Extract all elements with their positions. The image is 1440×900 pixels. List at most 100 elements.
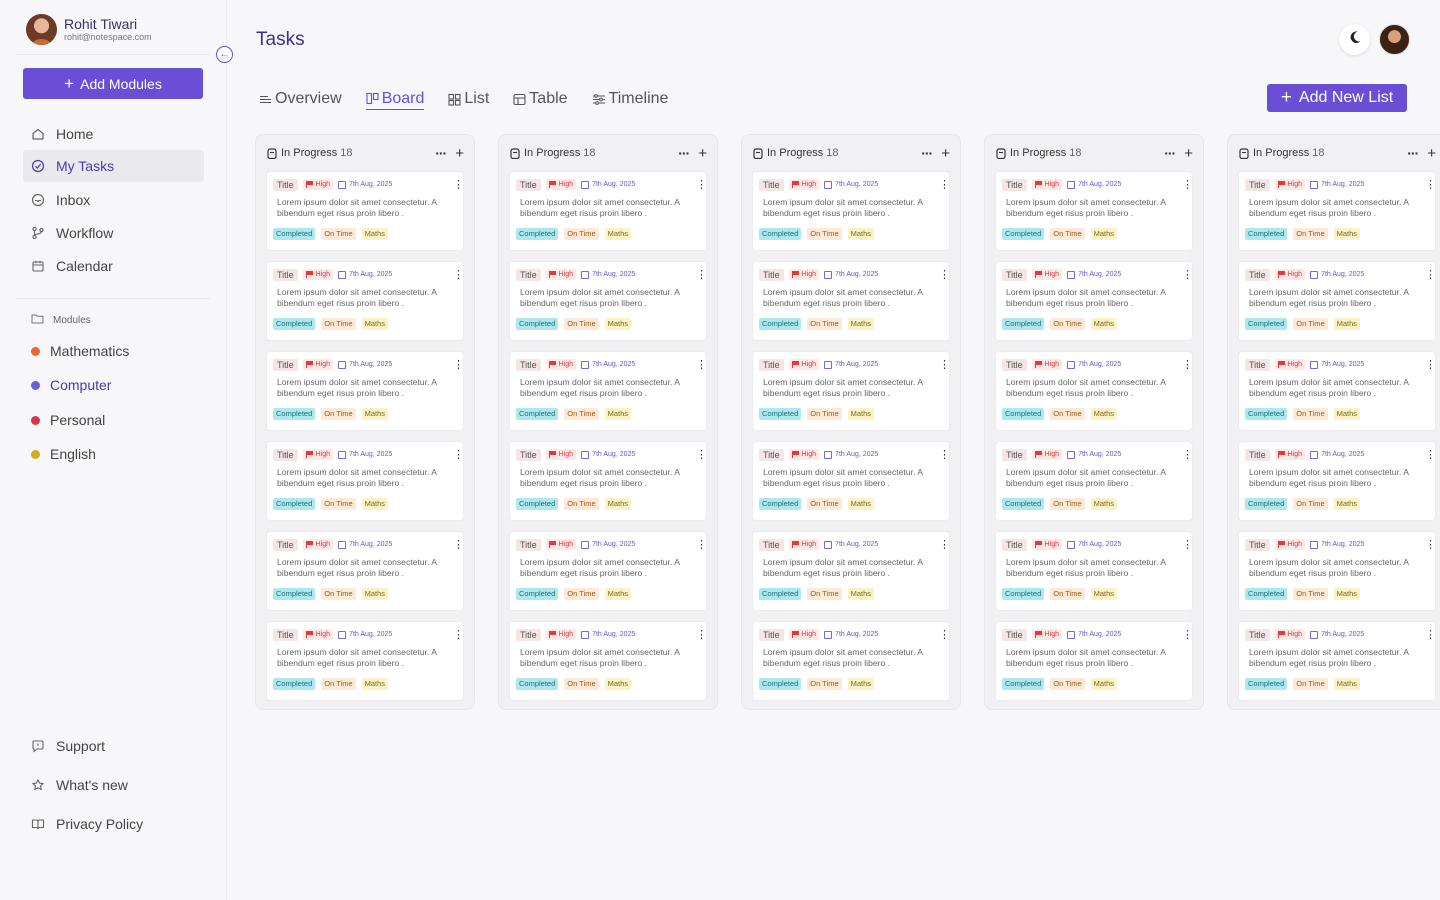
nav-item-home[interactable]: Home	[23, 118, 204, 150]
kebab-menu-icon[interactable]: ⋮	[1182, 359, 1193, 370]
nav-item-privacy-policy[interactable]: Privacy Policy	[23, 808, 204, 840]
more-icon[interactable]: ···	[1407, 146, 1419, 160]
add-new-list-button[interactable]: + Add New List	[1267, 84, 1407, 112]
kebab-menu-icon[interactable]: ⋮	[453, 269, 464, 280]
task-card[interactable]: Title High 7th Aug, 2025 ⋮ Lorem ipsum d…	[995, 531, 1193, 611]
tab-board[interactable]: Board	[365, 88, 425, 110]
theme-toggle-button[interactable]	[1339, 24, 1370, 55]
collapse-sidebar-button[interactable]: ←	[216, 46, 233, 63]
more-icon[interactable]: ···	[678, 146, 690, 160]
avatar[interactable]	[1379, 24, 1410, 55]
module-item-computer[interactable]: Computer	[31, 377, 111, 393]
task-card[interactable]: Title High 7th Aug, 2025 ⋮ Lorem ipsum d…	[266, 621, 464, 701]
task-card[interactable]: Title High 7th Aug, 2025 ⋮ Lorem ipsum d…	[509, 531, 707, 611]
task-card[interactable]: Title High 7th Aug, 2025 ⋮ Lorem ipsum d…	[266, 171, 464, 251]
module-item-personal[interactable]: Personal	[31, 412, 105, 428]
kebab-menu-icon[interactable]: ⋮	[939, 539, 950, 550]
kebab-menu-icon[interactable]: ⋮	[939, 179, 950, 190]
module-item-english[interactable]: English	[31, 446, 96, 462]
task-card[interactable]: Title High 7th Aug, 2025 ⋮ Lorem ipsum d…	[1238, 531, 1436, 611]
task-card[interactable]: Title High 7th Aug, 2025 ⋮ Lorem ipsum d…	[509, 351, 707, 431]
nav-item-support[interactable]: Support	[23, 730, 204, 762]
task-card[interactable]: Title High 7th Aug, 2025 ⋮ Lorem ipsum d…	[995, 621, 1193, 701]
more-icon[interactable]: ···	[435, 146, 447, 160]
kebab-menu-icon[interactable]: ⋮	[1182, 539, 1193, 550]
subject-badge: Maths	[361, 408, 389, 420]
task-card[interactable]: Title High 7th Aug, 2025 ⋮ Lorem ipsum d…	[995, 261, 1193, 341]
kebab-menu-icon[interactable]: ⋮	[1425, 179, 1436, 190]
kebab-menu-icon[interactable]: ⋮	[939, 629, 950, 640]
kebab-menu-icon[interactable]: ⋮	[696, 449, 707, 460]
task-card[interactable]: Title High 7th Aug, 2025 ⋮ Lorem ipsum d…	[1238, 351, 1436, 431]
nav-item-my-tasks[interactable]: My Tasks	[23, 150, 204, 182]
add-card-icon[interactable]: +	[941, 145, 950, 162]
kebab-menu-icon[interactable]: ⋮	[1425, 269, 1436, 280]
kebab-menu-icon[interactable]: ⋮	[696, 269, 707, 280]
add-card-icon[interactable]: +	[1184, 145, 1193, 162]
kebab-menu-icon[interactable]: ⋮	[939, 269, 950, 280]
kebab-menu-icon[interactable]: ⋮	[1182, 269, 1193, 280]
add-modules-button[interactable]: + Add Modules	[23, 68, 203, 99]
flag-icon	[1034, 271, 1042, 278]
kebab-menu-icon[interactable]: ⋮	[453, 179, 464, 190]
kebab-menu-icon[interactable]: ⋮	[1182, 629, 1193, 640]
task-card[interactable]: Title High 7th Aug, 2025 ⋮ Lorem ipsum d…	[752, 531, 950, 611]
add-card-icon[interactable]: +	[455, 145, 464, 162]
task-card[interactable]: Title High 7th Aug, 2025 ⋮ Lorem ipsum d…	[509, 171, 707, 251]
kebab-menu-icon[interactable]: ⋮	[696, 179, 707, 190]
nav-item-workflow[interactable]: Workflow	[23, 217, 204, 249]
nav-item-inbox[interactable]: Inbox	[23, 184, 204, 216]
task-card[interactable]: Title High 7th Aug, 2025 ⋮ Lorem ipsum d…	[995, 441, 1193, 521]
kebab-menu-icon[interactable]: ⋮	[453, 359, 464, 370]
task-card[interactable]: Title High 7th Aug, 2025 ⋮ Lorem ipsum d…	[266, 441, 464, 521]
more-icon[interactable]: ···	[921, 146, 933, 160]
task-card[interactable]: Title High 7th Aug, 2025 ⋮ Lorem ipsum d…	[1238, 261, 1436, 341]
due-date: 7th Aug, 2025	[338, 270, 392, 279]
tab-list[interactable]: List	[448, 88, 489, 110]
task-card[interactable]: Title High 7th Aug, 2025 ⋮ Lorem ipsum d…	[995, 171, 1193, 251]
kebab-menu-icon[interactable]: ⋮	[696, 539, 707, 550]
kebab-menu-icon[interactable]: ⋮	[1425, 539, 1436, 550]
task-card[interactable]: Title High 7th Aug, 2025 ⋮ Lorem ipsum d…	[752, 441, 950, 521]
kebab-menu-icon[interactable]: ⋮	[696, 629, 707, 640]
kebab-menu-icon[interactable]: ⋮	[696, 359, 707, 370]
kebab-menu-icon[interactable]: ⋮	[1425, 449, 1436, 460]
task-card[interactable]: Title High 7th Aug, 2025 ⋮ Lorem ipsum d…	[266, 351, 464, 431]
task-card[interactable]: Title High 7th Aug, 2025 ⋮ Lorem ipsum d…	[509, 441, 707, 521]
kebab-menu-icon[interactable]: ⋮	[1182, 179, 1193, 190]
priority-label: High	[1287, 361, 1303, 368]
task-card[interactable]: Title High 7th Aug, 2025 ⋮ Lorem ipsum d…	[995, 351, 1193, 431]
task-card[interactable]: Title High 7th Aug, 2025 ⋮ Lorem ipsum d…	[752, 171, 950, 251]
tab-table[interactable]: Table	[513, 88, 568, 110]
task-card[interactable]: Title High 7th Aug, 2025 ⋮ Lorem ipsum d…	[266, 261, 464, 341]
status-badge: Completed	[516, 228, 559, 240]
task-card[interactable]: Title High 7th Aug, 2025 ⋮ Lorem ipsum d…	[752, 351, 950, 431]
module-item-mathematics[interactable]: Mathematics	[31, 343, 129, 359]
add-card-icon[interactable]: +	[698, 145, 707, 162]
kebab-menu-icon[interactable]: ⋮	[939, 449, 950, 460]
kebab-menu-icon[interactable]: ⋮	[1182, 449, 1193, 460]
user-profile[interactable]: Rohit Tiwari rohit@notespace.com	[26, 14, 152, 45]
kebab-menu-icon[interactable]: ⋮	[1425, 629, 1436, 640]
kebab-menu-icon[interactable]: ⋮	[453, 449, 464, 460]
kebab-menu-icon[interactable]: ⋮	[453, 539, 464, 550]
tab-overview[interactable]: Overview	[259, 88, 342, 110]
kebab-menu-icon[interactable]: ⋮	[1425, 359, 1436, 370]
task-card[interactable]: Title High 7th Aug, 2025 ⋮ Lorem ipsum d…	[1238, 621, 1436, 701]
tab-timeline[interactable]: Timeline	[592, 88, 668, 110]
task-card[interactable]: Title High 7th Aug, 2025 ⋮ Lorem ipsum d…	[509, 261, 707, 341]
flag-icon	[791, 361, 799, 368]
nav-item-whats-new[interactable]: What's new	[23, 769, 204, 801]
task-card[interactable]: Title High 7th Aug, 2025 ⋮ Lorem ipsum d…	[1238, 171, 1436, 251]
nav-item-calendar[interactable]: Calendar	[23, 250, 204, 282]
task-card[interactable]: Title High 7th Aug, 2025 ⋮ Lorem ipsum d…	[1238, 441, 1436, 521]
more-icon[interactable]: ···	[1164, 146, 1176, 160]
task-card[interactable]: Title High 7th Aug, 2025 ⋮ Lorem ipsum d…	[752, 621, 950, 701]
kebab-menu-icon[interactable]: ⋮	[939, 359, 950, 370]
add-card-icon[interactable]: +	[1427, 145, 1436, 162]
priority-badge: High	[545, 629, 577, 640]
task-card[interactable]: Title High 7th Aug, 2025 ⋮ Lorem ipsum d…	[752, 261, 950, 341]
kebab-menu-icon[interactable]: ⋮	[453, 629, 464, 640]
task-card[interactable]: Title High 7th Aug, 2025 ⋮ Lorem ipsum d…	[509, 621, 707, 701]
task-card[interactable]: Title High 7th Aug, 2025 ⋮ Lorem ipsum d…	[266, 531, 464, 611]
